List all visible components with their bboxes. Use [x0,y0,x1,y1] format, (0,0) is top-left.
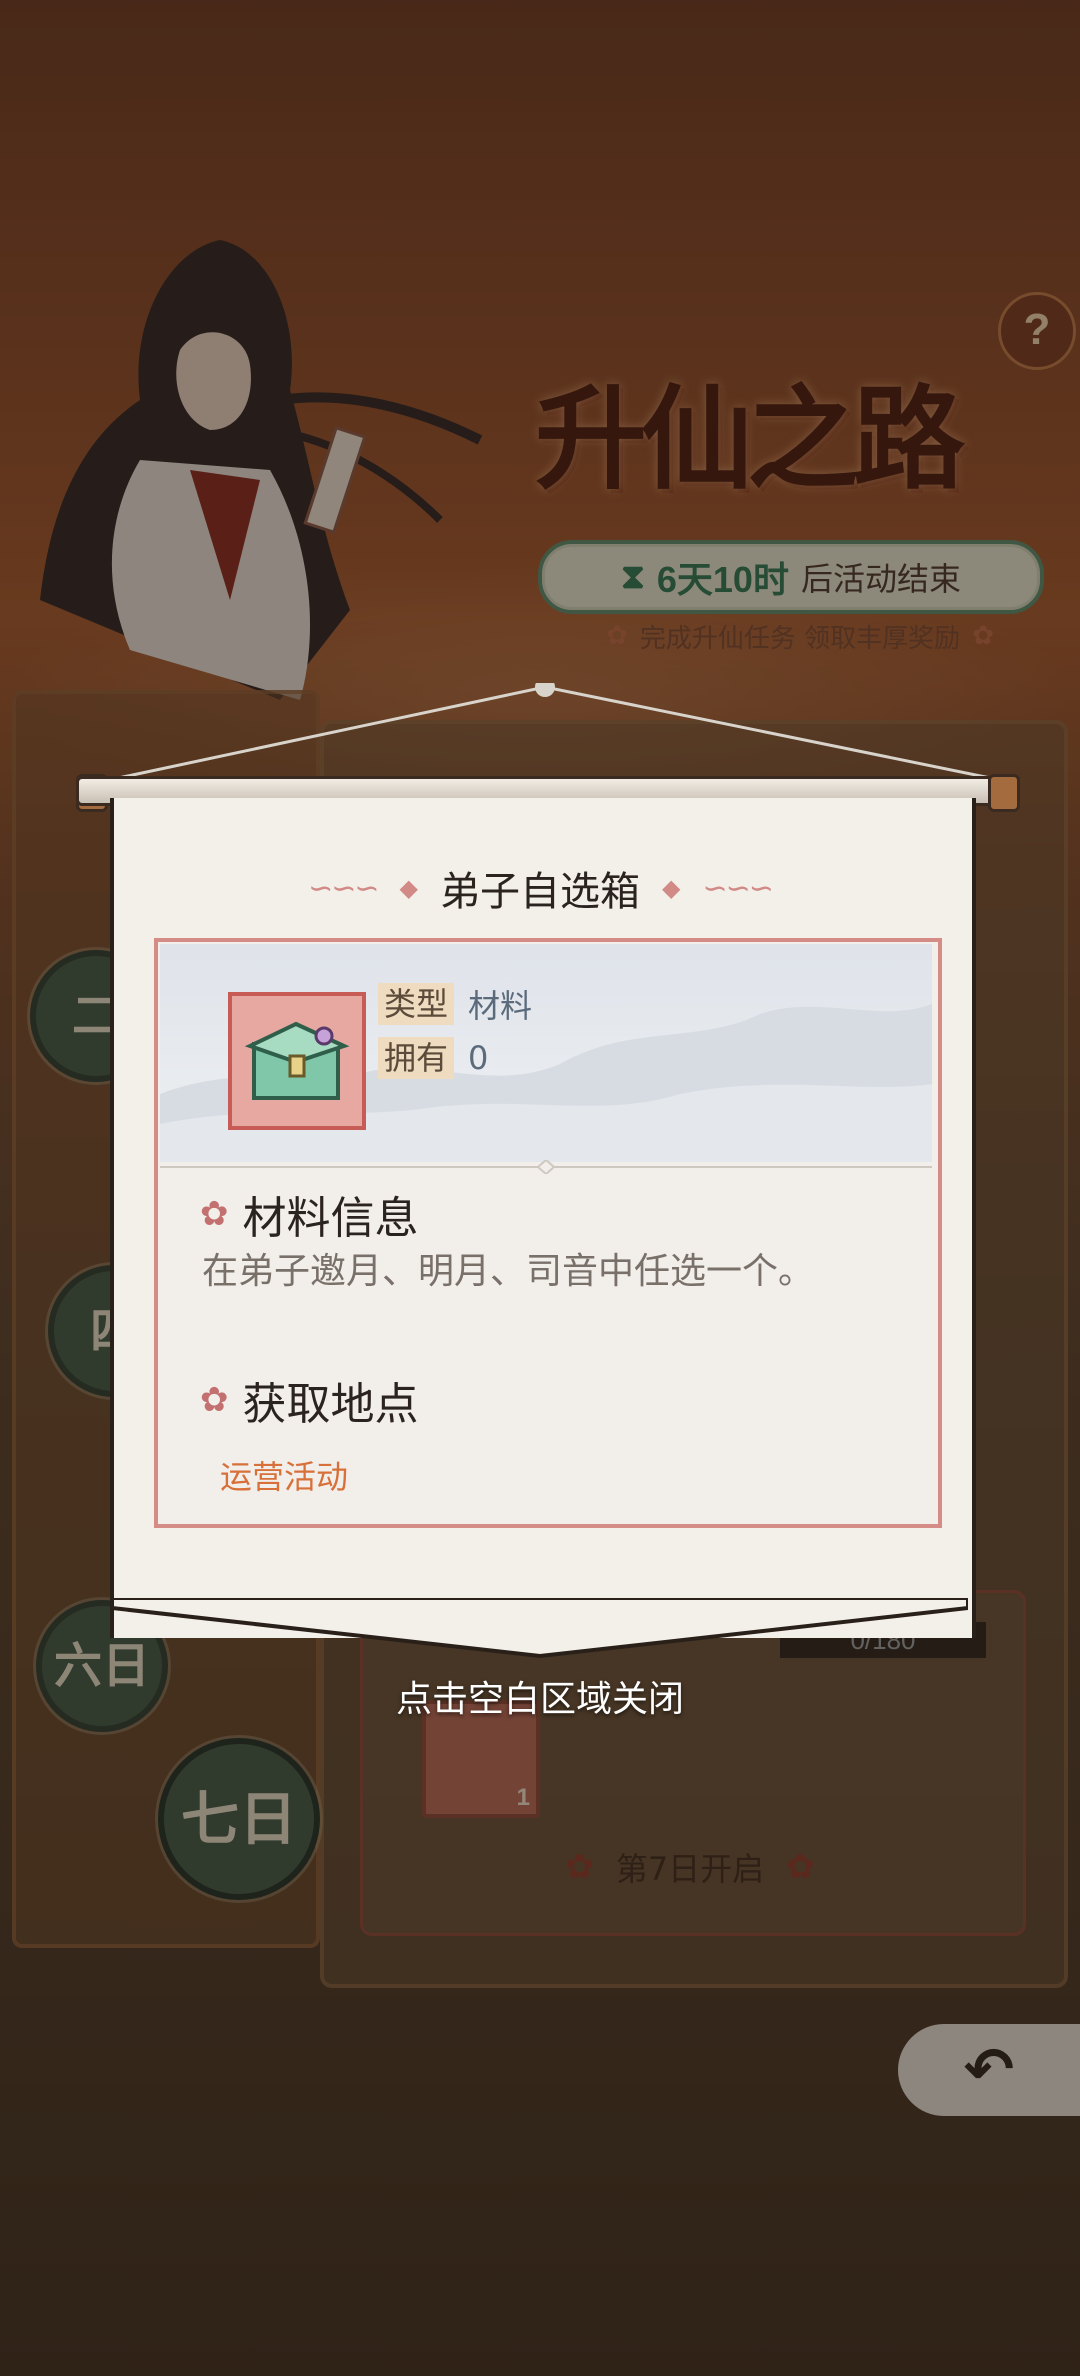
info-heading: 材料信息 [242,1193,419,1244]
section-divider [160,1160,932,1174]
source-link[interactable]: 运营活动 [220,1452,348,1498]
flower-icon: ✿ [200,1194,229,1234]
item-description: 在弟子邀月、明月、司音中任选一个。 [202,1251,815,1292]
cloud-ornament-icon: ∽∽∽ [702,870,773,906]
source-heading: 获取地点 [242,1379,419,1430]
chest-item-icon [228,992,366,1130]
item-type-label: 类型 [378,983,455,1025]
item-owned-row: 拥有 0 [378,1036,488,1080]
close-hint: 点击空白区域关闭 [395,1679,684,1720]
popup-header: ∽∽∽ ◆ 弟子自选箱 ◆ ∽∽∽ [170,858,910,918]
item-type-row: 类型 材料 [378,982,532,1026]
popup-title: 弟子自选箱 [440,869,640,915]
flower-icon: ✿ [200,1380,229,1420]
diamond-icon: ◆ [399,874,418,902]
item-owned-value: 0 [468,1039,489,1077]
diamond-icon: ◆ [662,874,681,902]
source-section-head: ✿ 获取地点 [200,1370,419,1430]
popup-tail [112,1598,968,1658]
cloud-ornament-icon: ∽∽∽ [308,870,379,906]
item-type-value: 材料 [468,987,533,1025]
scroll-rod-cap-right [988,774,1020,812]
info-section-head: ✿ 材料信息 [200,1184,419,1244]
item-owned-label: 拥有 [378,1037,455,1079]
